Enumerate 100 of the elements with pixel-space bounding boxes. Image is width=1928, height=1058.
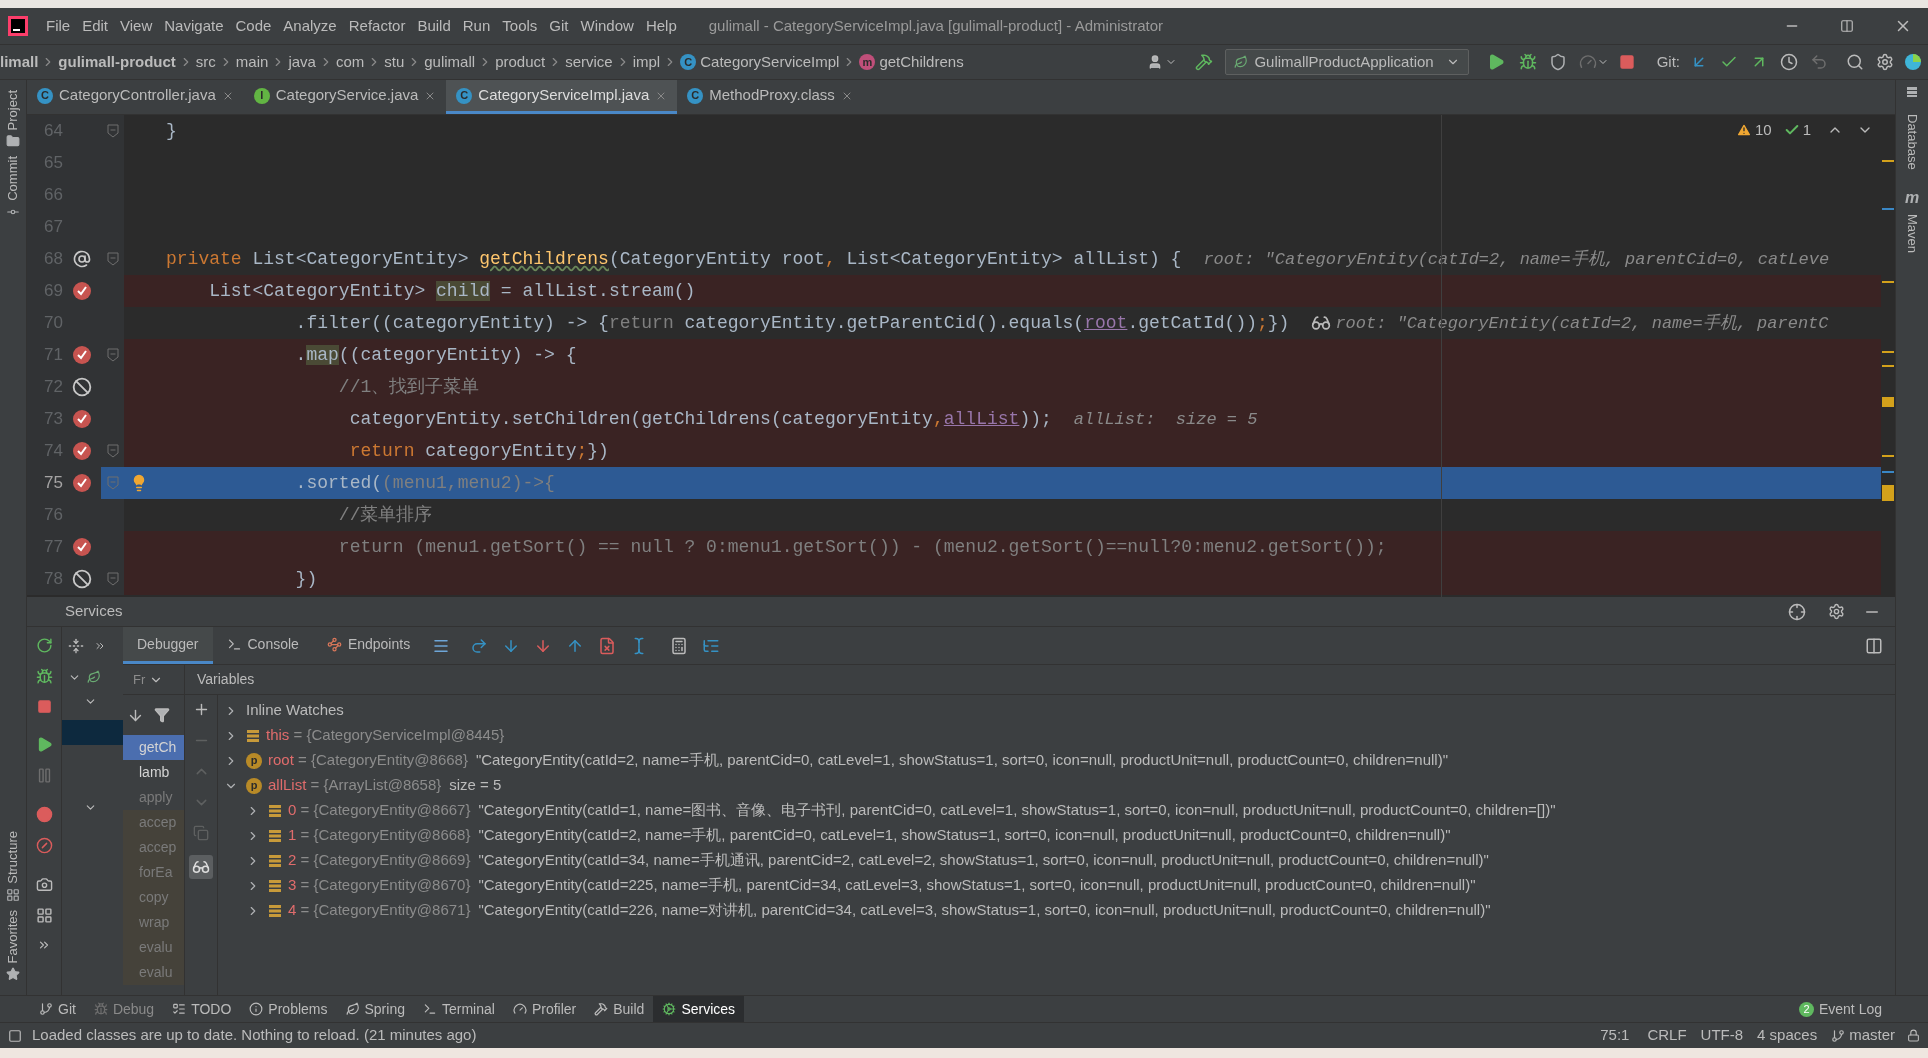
breakpoint-icon[interactable] (72, 473, 92, 493)
fold-marker-icon[interactable] (106, 476, 119, 490)
debug-icon[interactable] (35, 668, 53, 685)
tool-window-tab[interactable]: Services (653, 996, 745, 1022)
breakpoint-icon[interactable] (72, 409, 92, 429)
at-sign-icon[interactable] (73, 250, 91, 268)
fold-marker-icon[interactable] (106, 124, 119, 138)
menu-item[interactable]: Run (456, 8, 497, 44)
tool-window-tab[interactable]: Problems (240, 996, 337, 1022)
breadcrumb[interactable]: src (195, 50, 216, 74)
tree-node-label[interactable]: Inline Watches (246, 699, 344, 722)
menu-item[interactable]: Tools (496, 8, 544, 44)
tool-window-button[interactable]: Commit (3, 152, 23, 224)
collapse-icon[interactable] (68, 638, 84, 654)
breadcrumb[interactable]: gulimall-product (58, 50, 176, 74)
variable-entry[interactable]: 2 = {CategoryEntity@8669} "CategoryEntity(catId=34, name=手机通讯, parentCid=2, catLevel=2, showStatus=1, sort=0, icon=null, productUnit=null, productCount=0, children=null)" (288, 849, 1489, 872)
menu-item[interactable]: Build (411, 8, 457, 44)
stack-frame[interactable]: getCh (123, 735, 184, 760)
clock-icon[interactable] (1780, 53, 1798, 71)
rerun-icon[interactable] (35, 637, 53, 654)
breakpoints-icon[interactable] (35, 806, 53, 823)
line-separator[interactable]: CRLF (1647, 1024, 1687, 1047)
variable-entry[interactable]: 1 = {CategoryEntity@8668} "CategoryEntity(catId=2, name=手机, parentCid=0, catLevel=1, showStatus=1, sort=0, icon=null, productUnit=null, productCount=0, children=null)" (288, 824, 1451, 847)
breadcrumb[interactable]: com (335, 50, 365, 74)
settings-icon[interactable] (1828, 603, 1845, 620)
more-icon[interactable] (37, 938, 51, 952)
breakpoint-icon[interactable] (72, 537, 92, 557)
step-over-icon[interactable] (470, 636, 489, 655)
crosshair-icon[interactable] (1788, 602, 1806, 621)
editor-tab[interactable]: C MethodProxy.class (677, 80, 863, 114)
breadcrumb[interactable]: product (495, 50, 546, 74)
editor-tab[interactable]: I CategoryService.java (243, 80, 447, 114)
layout-icon[interactable] (35, 907, 53, 924)
breadcrumb[interactable]: java (288, 50, 316, 74)
fold-marker-icon[interactable] (106, 252, 119, 266)
menu-item[interactable]: File (40, 8, 77, 44)
breadcrumb[interactable]: getChildrens (879, 50, 964, 74)
stop-icon[interactable] (1618, 54, 1635, 70)
indent-setting[interactable]: 4 spaces (1757, 1024, 1818, 1047)
calculator-icon[interactable] (670, 636, 689, 655)
variable-entry[interactable]: 3 = {CategoryEntity@8670} "CategoryEntity(catId=225, name=手机, parentCid=34, catLevel=3, showStatus=1, sort=0, icon=null, productUnit=null, productCount=0, children=null)" (288, 874, 1476, 897)
search-icon[interactable] (1846, 53, 1864, 71)
menu-item[interactable]: View (114, 8, 159, 44)
variable-entry[interactable]: allList = {ArrayList@8658} size = 5 (268, 774, 502, 797)
breakpoint-icon[interactable] (72, 345, 92, 365)
stop-icon[interactable] (36, 699, 52, 714)
variable-entry[interactable]: root = {CategoryEntity@8668} "CategoryEntity(catId=2, name=手机, parentCid=0, catLevel=1, showStatus=1, sort=0, icon=null, productUnit=null, productCount=0, children=null)" (268, 749, 1448, 772)
breadcrumb[interactable]: main (235, 50, 269, 74)
variable-entry[interactable]: this = {CategoryServiceImpl@8445} (266, 724, 505, 747)
tool-window-button[interactable]: m Maven (1902, 185, 1922, 253)
debugger-tab[interactable]: Debugger (123, 627, 213, 664)
settings-icon[interactable] (1876, 53, 1894, 71)
tool-window-button[interactable]: Structure (3, 826, 23, 906)
restore-icon[interactable] (1840, 19, 1854, 33)
menu-item[interactable]: Code (229, 8, 278, 44)
breadcrumb[interactable]: impl (632, 50, 661, 74)
drop-frame-icon[interactable] (598, 636, 617, 655)
glasses-toggle[interactable] (189, 855, 213, 879)
plugin-logo-icon[interactable] (1904, 53, 1922, 71)
variable-entry[interactable]: 0 = {CategoryEntity@8667} "CategoryEntity(catId=1, name=图书、音像、电子书刊, parentCid=0, catLevel=1, showStatus=1, sort=0, icon=null, productUnit=null, productCount=0, children=[])" (288, 799, 1556, 822)
tool-window-tab[interactable]: Build (585, 996, 654, 1022)
menu-item[interactable]: Navigate (158, 8, 230, 44)
breadcrumb[interactable]: limall (0, 50, 39, 74)
breadcrumb[interactable]: CategoryServiceImpl (700, 50, 840, 74)
breakpoint-icon[interactable] (72, 441, 92, 461)
camera-icon[interactable] (35, 876, 53, 893)
menu-item[interactable]: Help (639, 8, 683, 44)
more-icon[interactable] (94, 640, 106, 652)
tool-window-tab[interactable]: Debug (84, 996, 164, 1022)
breadcrumb[interactable]: service (565, 50, 613, 74)
tool-window-button[interactable]: Favorites (3, 905, 23, 985)
breadcrumb[interactable]: gulimall (424, 50, 476, 74)
git-branch[interactable]: master (1849, 1024, 1895, 1047)
leaf-icon[interactable] (87, 670, 101, 684)
event-log-button[interactable]: Event Log (1818, 998, 1882, 1020)
menu-item[interactable]: Refactor (342, 8, 412, 44)
run-configuration-dropdown[interactable]: GulimallProductApplication (1225, 49, 1469, 75)
panel-toggle-icon[interactable] (8, 1028, 22, 1043)
breadcrumb[interactable]: stu (384, 50, 405, 74)
mute-breakpoints-icon[interactable] (35, 837, 53, 854)
tool-window-button[interactable]: Database (1902, 114, 1922, 170)
variable-entry[interactable]: 4 = {CategoryEntity@8671} "CategoryEntity(catId=226, name=对讲机, parentCid=34, catLevel=3, showStatus=1, sort=0, icon=null, productUnit=null, productCount=0, children=null)" (288, 899, 1491, 922)
tool-window-tab[interactable]: Git (30, 996, 85, 1022)
menu-item[interactable]: Edit (76, 8, 115, 44)
file-encoding[interactable]: UTF-8 (1700, 1024, 1744, 1047)
menu-item[interactable]: Window (574, 8, 640, 44)
hammer-icon[interactable] (1195, 53, 1214, 71)
fold-marker-icon[interactable] (106, 444, 119, 458)
debugger-tab[interactable]: Console (212, 627, 313, 664)
tool-window-tab[interactable]: TODO (163, 996, 241, 1022)
filter-icon[interactable] (154, 707, 170, 723)
tool-window-tab[interactable]: Terminal (413, 996, 504, 1022)
breakpoint-icon[interactable] (72, 281, 92, 301)
frames-dropdown[interactable]: Fr (133, 669, 146, 690)
tool-window-tab[interactable]: Spring (336, 996, 414, 1022)
debugger-tab[interactable]: Endpoints (312, 627, 425, 664)
lock-icon[interactable] (1907, 1029, 1920, 1042)
shield-icon[interactable] (1548, 53, 1567, 71)
stack-frame[interactable]: lamb (123, 760, 184, 785)
tool-window-tab[interactable]: Profiler (503, 996, 586, 1022)
